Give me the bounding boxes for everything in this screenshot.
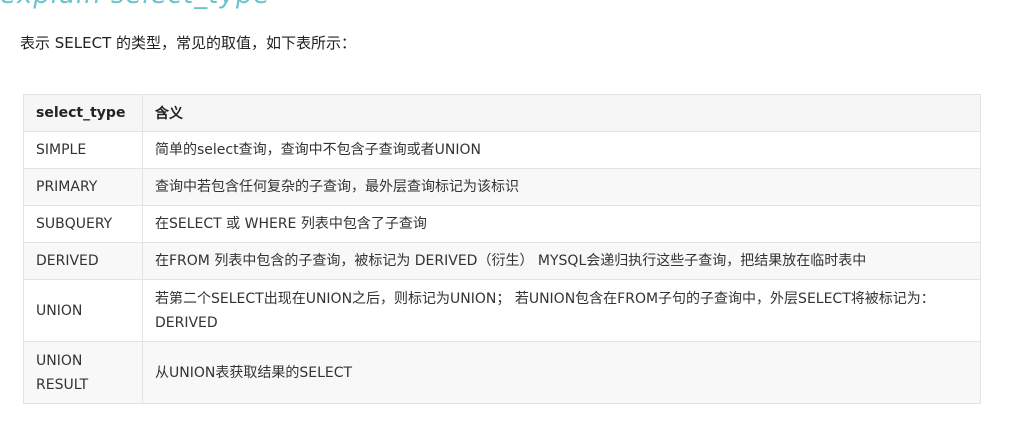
cell-type: UNION RESULT [23,341,143,404]
cell-meaning: 简单的select查询，查询中不包含子查询或者UNION [142,131,981,169]
cell-type: SUBQUERY [23,205,143,243]
table-row: DERIVED 在FROM 列表中包含的子查询，被标记为 DERIVED（衍生）… [23,242,981,280]
cell-type: DERIVED [23,242,143,280]
cell-type: UNION [23,279,143,342]
cell-meaning: 若第二个SELECT出现在UNION之后，则标记为UNION； 若UNION包含… [142,279,981,342]
intro-paragraph: 表示 SELECT 的类型，常见的取值，如下表所示： [20,34,357,52]
header-meaning: 含义 [142,94,981,132]
cell-meaning: 查询中若包含任何复杂的子查询，最外层查询标记为该标识 [142,168,981,206]
header-select-type: select_type [23,94,143,132]
table-row: SUBQUERY 在SELECT 或 WHERE 列表中包含了子查询 [23,205,981,243]
cell-meaning: 在SELECT 或 WHERE 列表中包含了子查询 [142,205,981,243]
cell-meaning: 在FROM 列表中包含的子查询，被标记为 DERIVED（衍生） MYSQL会递… [142,242,981,280]
table-row: SIMPLE 简单的select查询，查询中不包含子查询或者UNION [23,131,981,169]
cell-type: SIMPLE [23,131,143,169]
table-row: PRIMARY 查询中若包含任何复杂的子查询，最外层查询标记为该标识 [23,168,981,206]
cell-meaning: 从UNION表获取结果的SELECT [142,341,981,404]
select-type-table: select_type 含义 SIMPLE 简单的select查询，查询中不包含… [23,94,981,404]
table-row: UNION RESULT 从UNION表获取结果的SELECT [23,341,981,404]
section-heading: explain select_type [0,0,270,10]
cell-type: PRIMARY [23,168,143,206]
table-header-row: select_type 含义 [23,94,981,132]
table-row: UNION 若第二个SELECT出现在UNION之后，则标记为UNION； 若U… [23,279,981,342]
